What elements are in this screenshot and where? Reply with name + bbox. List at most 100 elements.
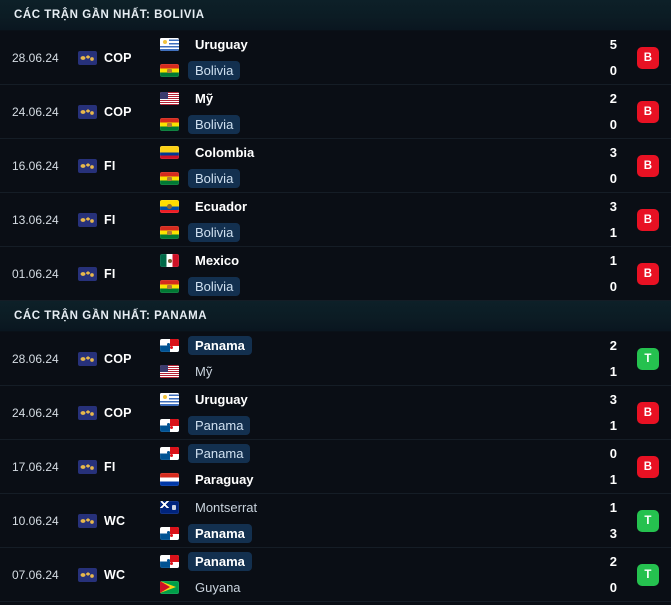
result-cell: B [625,193,671,246]
result-cell: B [625,386,671,439]
team-name-home: Panama [188,336,252,355]
competition-cell[interactable]: COP [78,31,156,84]
team-name-away: Guyana [195,580,241,595]
score-away: 0 [609,116,617,132]
panama-flag-icon [160,339,179,352]
team-name-away: Bolivia [188,61,241,80]
score-home: 3 [609,144,617,160]
panama-flag-icon [160,419,179,432]
section-title: CÁC TRẬN GẦN NHẤT: BOLIVIA [14,9,205,21]
recent-matches-panel: CÁC TRẬN GẦN NHẤT: BOLIVIA 28.06.24 COP Uru… [0,0,671,605]
competition-label: FI [104,459,116,474]
competition-label: FI [104,266,116,281]
team-home[interactable]: Ecuador [160,197,573,217]
competition-cell[interactable]: COP [78,386,156,439]
match-row[interactable]: 07.06.24 WC Panama Guyana 2 0 T [0,548,671,602]
team-name-away: Panama [188,416,251,435]
match-row[interactable]: 10.06.24 WC Montserrat Panama 1 3 T [0,494,671,548]
match-row[interactable]: 28.06.24 COP Panama Mỹ 2 1 T [0,332,671,386]
team-away[interactable]: Bolivia [160,115,573,135]
score-away: 3 [609,525,617,541]
competition-cell[interactable]: COP [78,85,156,138]
competition-cell[interactable]: WC [78,548,156,601]
result-badge: B [637,401,659,424]
teams-cell: Panama Guyana [156,548,573,601]
match-date: 07.06.24 [12,567,59,582]
result-badge: T [637,563,659,586]
team-home[interactable]: Uruguay [160,35,573,55]
teams-cell: Ecuador Bolivia [156,193,573,246]
world-map-icon [78,266,97,281]
team-away[interactable]: Bolivia [160,223,573,243]
team-home[interactable]: Uruguay [160,390,573,410]
uruguay-sun-icon [163,40,167,44]
bolivia-flag-icon [160,226,179,239]
competition-label: COP [104,405,132,420]
score-home: 2 [609,90,617,106]
panama-star-red-icon [170,426,173,429]
competition-cell[interactable]: COP [78,332,156,385]
score-home: 3 [609,198,617,214]
match-row[interactable]: 13.06.24 FI Ecuador Bolivia 3 1 B [0,193,671,247]
competition-cell[interactable]: FI [78,193,156,246]
team-name-home: Mexico [195,253,240,268]
team-away[interactable]: Bolivia [160,277,573,297]
score-home: 1 [609,252,617,268]
team-name-home: Colombia [195,145,255,160]
score-away: 1 [609,471,617,487]
team-away[interactable]: Paraguay [160,470,573,490]
team-home[interactable]: Colombia [160,143,573,163]
match-row[interactable]: 28.06.24 COP Uruguay Bolivia 5 0 B [0,31,671,85]
team-home[interactable]: Mexico [160,251,573,271]
competition-label: WC [104,513,126,528]
match-row[interactable]: 24.06.24 COP Uruguay Panama 3 1 B [0,386,671,440]
team-name-away: Bolivia [188,115,241,134]
team-away[interactable]: Guyana [160,578,573,598]
competition-cell[interactable]: FI [78,247,156,300]
match-row[interactable]: 24.06.24 COP Mỹ Bolivia 2 0 B [0,85,671,139]
world-map-icon [78,513,97,528]
score-cell: 10 [573,247,625,300]
guyana-flag-icon [160,581,179,594]
team-home[interactable]: Mỹ [160,89,573,109]
match-row[interactable]: 16.06.24 FI Colombia Bolivia 3 0 B [0,139,671,193]
team-name-away: Panama [188,524,252,543]
score-cell: 21 [573,332,625,385]
match-date: 10.06.24 [12,513,59,528]
result-badge: B [637,154,659,177]
score-home: 2 [609,553,617,569]
team-home[interactable]: Panama [160,444,573,464]
result-badge: B [637,208,659,231]
score-cell: 31 [573,386,625,439]
teams-cell: Colombia Bolivia [156,139,573,192]
paraguay-flag-icon [160,473,179,486]
competition-cell[interactable]: WC [78,494,156,547]
team-away[interactable]: Mỹ [160,362,573,382]
colombia-flag-icon [160,146,179,159]
usa-flag-icon [160,92,179,105]
team-home[interactable]: Panama [160,552,573,572]
score-away: 1 [609,417,617,433]
world-map-icon [78,567,97,582]
competition-label: WC [104,567,126,582]
teams-cell: Panama Paraguay [156,440,573,493]
world-map-icon [78,459,97,474]
team-name-home: Uruguay [195,392,248,407]
teams-cell: Panama Mỹ [156,332,573,385]
teams-cell: Montserrat Panama [156,494,573,547]
team-home[interactable]: Montserrat [160,498,573,518]
competition-cell[interactable]: FI [78,139,156,192]
team-away[interactable]: Panama [160,416,573,436]
team-away[interactable]: Bolivia [160,61,573,81]
team-home[interactable]: Panama [160,336,573,356]
team-away[interactable]: Panama [160,524,573,544]
result-cell: T [625,494,671,547]
team-away[interactable]: Bolivia [160,169,573,189]
match-row[interactable]: 01.06.24 FI Mexico Bolivia 1 0 B [0,247,671,301]
uruguay-flag-icon [160,38,179,51]
competition-cell[interactable]: FI [78,440,156,493]
score-away: 0 [609,278,617,294]
result-badge: B [637,100,659,123]
ecuador-flag-icon [160,200,179,213]
match-row[interactable]: 17.06.24 FI Panama Paraguay 0 1 B [0,440,671,494]
